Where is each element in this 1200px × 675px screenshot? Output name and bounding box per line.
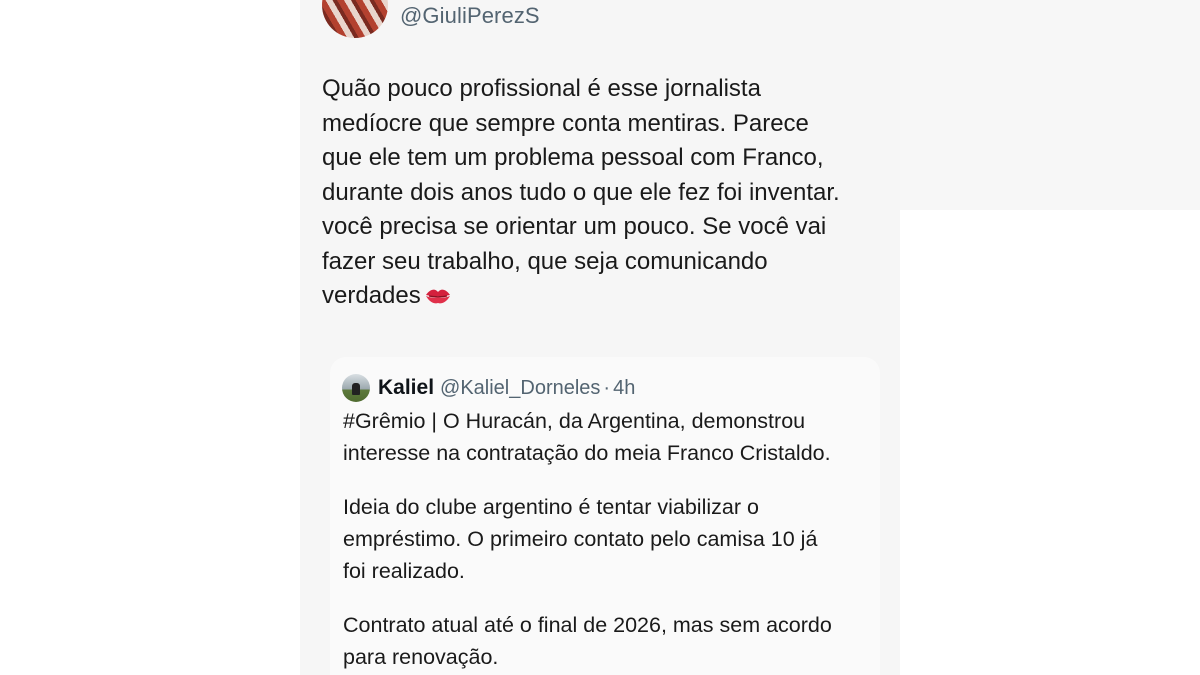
tweet-line: verdades — [322, 282, 421, 309]
kiss-mark-icon — [425, 289, 450, 304]
tweet-line: durante dois anos tudo o que ele fez foi… — [322, 178, 840, 206]
quoted-author-handle[interactable]: @Kaliel_Dorneles — [440, 377, 600, 400]
quote-line: foi realizado. — [343, 559, 465, 583]
quote-line: empréstimo. O primeiro contato pelo cami… — [343, 527, 818, 551]
quoted-author-name[interactable]: Kaliel — [378, 376, 434, 400]
meta-separator: · — [603, 376, 611, 399]
tweet-line-last: verdades — [322, 279, 882, 314]
screenshot-stage: @GiuliPerezS Quão pouco profissional é e… — [0, 0, 1200, 675]
tweet-line: medíocre que sempre conta mentiras. Pare… — [322, 109, 809, 137]
quoted-author-avatar[interactable] — [342, 374, 370, 402]
tweet-line: você precisa se orientar um pouco. Se vo… — [322, 213, 827, 240]
quote-line: interesse na contratação do meia Franco … — [343, 441, 831, 465]
quote-line: Ideia do clube argentino é tentar viabil… — [343, 495, 759, 519]
quoted-tweet-text: #Grêmio | O Huracán, da Argentina, demon… — [343, 405, 873, 673]
quote-line: #Grêmio | O Huracán, da Argentina, demon… — [343, 409, 806, 433]
quote-line: Contrato atual até o final de 2026, mas … — [343, 613, 832, 637]
tweet-line: Quão pouco profissional é esse jornalist… — [322, 75, 761, 102]
quote-line: para renovação. — [343, 645, 499, 669]
quoted-tweet-header: Kaliel @Kaliel_Dorneles · 4h — [342, 373, 635, 403]
right-margin-top — [900, 0, 1200, 210]
quoted-tweet-time[interactable]: 4h — [613, 377, 635, 400]
tweet-line: que ele tem um problema pessoal com Fran… — [322, 144, 824, 171]
tweet-text: Quão pouco profissional é esse jornalist… — [322, 72, 882, 314]
right-margin-bottom — [900, 210, 1200, 675]
author-avatar[interactable] — [322, 0, 388, 38]
tweet-card[interactable]: @GiuliPerezS Quão pouco profissional é e… — [300, 0, 900, 675]
quoted-tweet[interactable]: Kaliel @Kaliel_Dorneles · 4h #Grêmio | O… — [330, 357, 880, 675]
tweet-line: fazer seu trabalho, que seja comunicando — [322, 247, 768, 275]
left-margin — [0, 0, 290, 675]
author-handle[interactable]: @GiuliPerezS — [400, 3, 540, 29]
